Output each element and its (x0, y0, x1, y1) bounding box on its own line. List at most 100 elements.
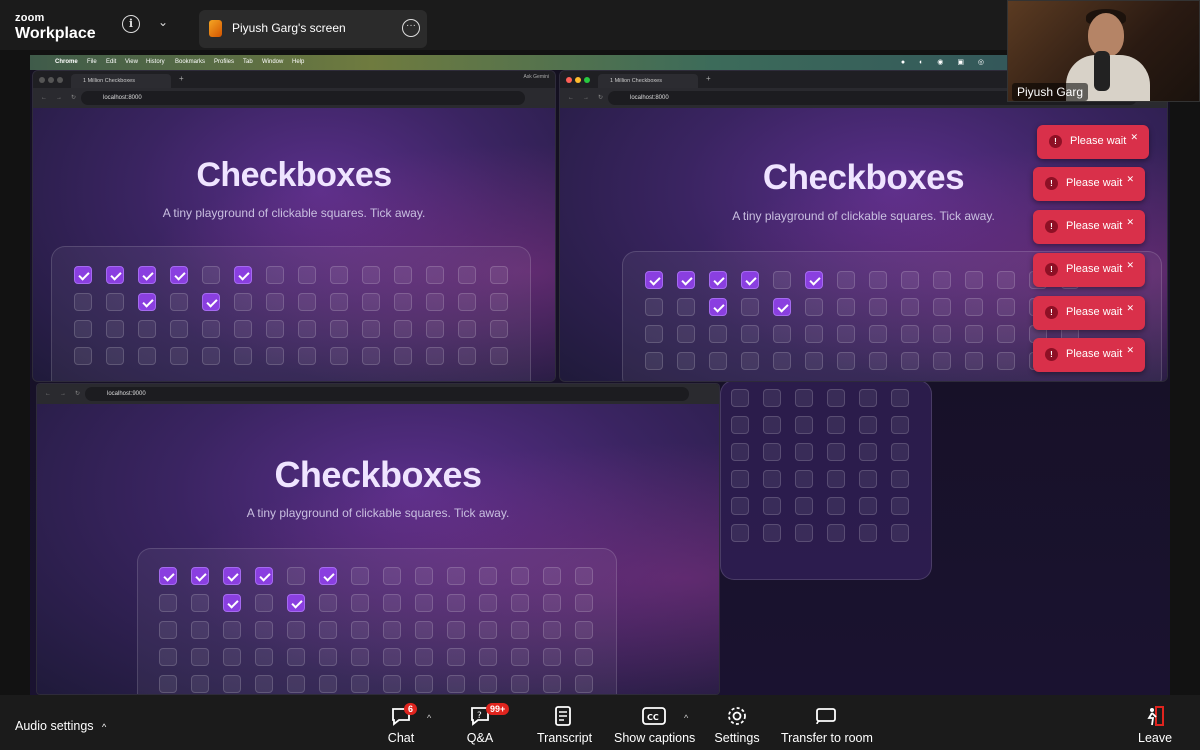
checkbox-checked[interactable] (202, 293, 220, 311)
checkbox[interactable] (965, 325, 983, 343)
checkbox[interactable] (159, 594, 177, 612)
checkbox[interactable] (415, 648, 433, 666)
nav-buttons[interactable]: ←→↻ (568, 94, 612, 101)
checkbox[interactable] (351, 648, 369, 666)
checkbox[interactable] (74, 293, 92, 311)
checkbox[interactable] (479, 621, 497, 639)
checkbox[interactable] (891, 416, 909, 434)
checkbox[interactable] (319, 621, 337, 639)
checkbox[interactable] (383, 594, 401, 612)
minimize-dot[interactable] (48, 77, 54, 83)
checkbox[interactable] (575, 621, 593, 639)
checkbox[interactable] (266, 347, 284, 365)
checkbox[interactable] (891, 524, 909, 542)
checkbox[interactable] (287, 648, 305, 666)
checkbox[interactable] (677, 325, 695, 343)
checkbox[interactable] (319, 648, 337, 666)
checkbox[interactable] (827, 470, 845, 488)
transfer-to-room-button[interactable]: Transfer to room (781, 705, 873, 745)
checkbox[interactable] (827, 443, 845, 461)
checkbox[interactable] (191, 594, 209, 612)
nav-buttons[interactable]: ←→↻ (41, 94, 85, 101)
caret-up-icon[interactable]: ^ (684, 713, 688, 723)
checkbox[interactable] (543, 621, 561, 639)
checkbox[interactable] (223, 675, 241, 693)
toast-notification[interactable]: ! Please wait ✕ (1033, 338, 1145, 372)
checkbox[interactable] (869, 325, 887, 343)
audio-settings-button[interactable]: Audio settings ^ (15, 719, 106, 733)
checkbox-checked[interactable] (287, 594, 305, 612)
checkbox[interactable] (837, 298, 855, 316)
toast-notification[interactable]: ! Please wait ✕ (1033, 253, 1145, 287)
toast-close-icon[interactable]: ✕ (1126, 260, 1134, 271)
checkbox-checked[interactable] (223, 567, 241, 585)
checkbox[interactable] (362, 320, 380, 338)
checkbox[interactable] (869, 352, 887, 370)
checkbox[interactable] (138, 347, 156, 365)
checkbox[interactable] (159, 675, 177, 693)
checkbox[interactable] (677, 298, 695, 316)
checkbox[interactable] (458, 293, 476, 311)
checkbox[interactable] (223, 621, 241, 639)
checkbox[interactable] (255, 594, 273, 612)
checkbox[interactable] (106, 320, 124, 338)
checkbox[interactable] (330, 320, 348, 338)
checkbox[interactable] (362, 293, 380, 311)
checkbox[interactable] (511, 594, 529, 612)
checkbox[interactable] (394, 266, 412, 284)
checkbox[interactable] (479, 594, 497, 612)
checkbox[interactable] (479, 648, 497, 666)
checkbox[interactable] (731, 524, 749, 542)
checkbox[interactable] (997, 271, 1015, 289)
more-options-icon[interactable]: ··· (402, 19, 420, 37)
checkbox[interactable] (731, 389, 749, 407)
checkbox[interactable] (159, 621, 177, 639)
checkbox[interactable] (859, 416, 877, 434)
checkbox[interactable] (319, 594, 337, 612)
checkbox[interactable] (490, 266, 508, 284)
toast-close-icon[interactable]: ✕ (1126, 217, 1134, 228)
url-field[interactable]: localhost:8000 (81, 91, 525, 105)
checkbox[interactable] (426, 320, 444, 338)
checkbox[interactable] (255, 648, 273, 666)
checkbox[interactable] (490, 347, 508, 365)
checkbox-checked[interactable] (138, 293, 156, 311)
checkbox[interactable] (490, 320, 508, 338)
checkbox[interactable] (795, 470, 813, 488)
checkbox-checked[interactable] (138, 266, 156, 284)
checkbox[interactable] (645, 325, 663, 343)
checkbox[interactable] (234, 293, 252, 311)
url-field[interactable]: localhost:9000 (85, 387, 689, 401)
toast-notification[interactable]: ! Please wait ✕ (1033, 167, 1145, 201)
zoom-dot[interactable] (57, 77, 63, 83)
toast-close-icon[interactable]: ✕ (1130, 132, 1138, 143)
checkbox[interactable] (202, 320, 220, 338)
toast-close-icon[interactable]: ✕ (1126, 303, 1134, 314)
checkbox[interactable] (763, 524, 781, 542)
checkbox[interactable] (933, 352, 951, 370)
checkbox[interactable] (997, 325, 1015, 343)
toast-close-icon[interactable]: ✕ (1126, 174, 1134, 185)
checkbox[interactable] (106, 347, 124, 365)
checkbox[interactable] (795, 389, 813, 407)
checkbox[interactable] (383, 567, 401, 585)
checkbox[interactable] (447, 567, 465, 585)
checkbox[interactable] (458, 320, 476, 338)
ask-gemini-button[interactable]: Ask Gemini (523, 74, 549, 80)
checkbox[interactable] (827, 389, 845, 407)
checkbox[interactable] (827, 497, 845, 515)
checkbox[interactable] (191, 648, 209, 666)
checkbox-checked[interactable] (319, 567, 337, 585)
checkbox-checked[interactable] (709, 298, 727, 316)
checkbox[interactable] (859, 443, 877, 461)
participant-video[interactable]: Piyush Garg (1007, 0, 1200, 102)
checkbox[interactable] (447, 621, 465, 639)
checkbox[interactable] (763, 389, 781, 407)
checkbox-checked[interactable] (234, 266, 252, 284)
checkbox[interactable] (511, 675, 529, 693)
checkbox[interactable] (159, 648, 177, 666)
checkbox[interactable] (383, 675, 401, 693)
checkbox[interactable] (763, 470, 781, 488)
close-dot[interactable] (566, 77, 572, 83)
checkbox[interactable] (298, 266, 316, 284)
